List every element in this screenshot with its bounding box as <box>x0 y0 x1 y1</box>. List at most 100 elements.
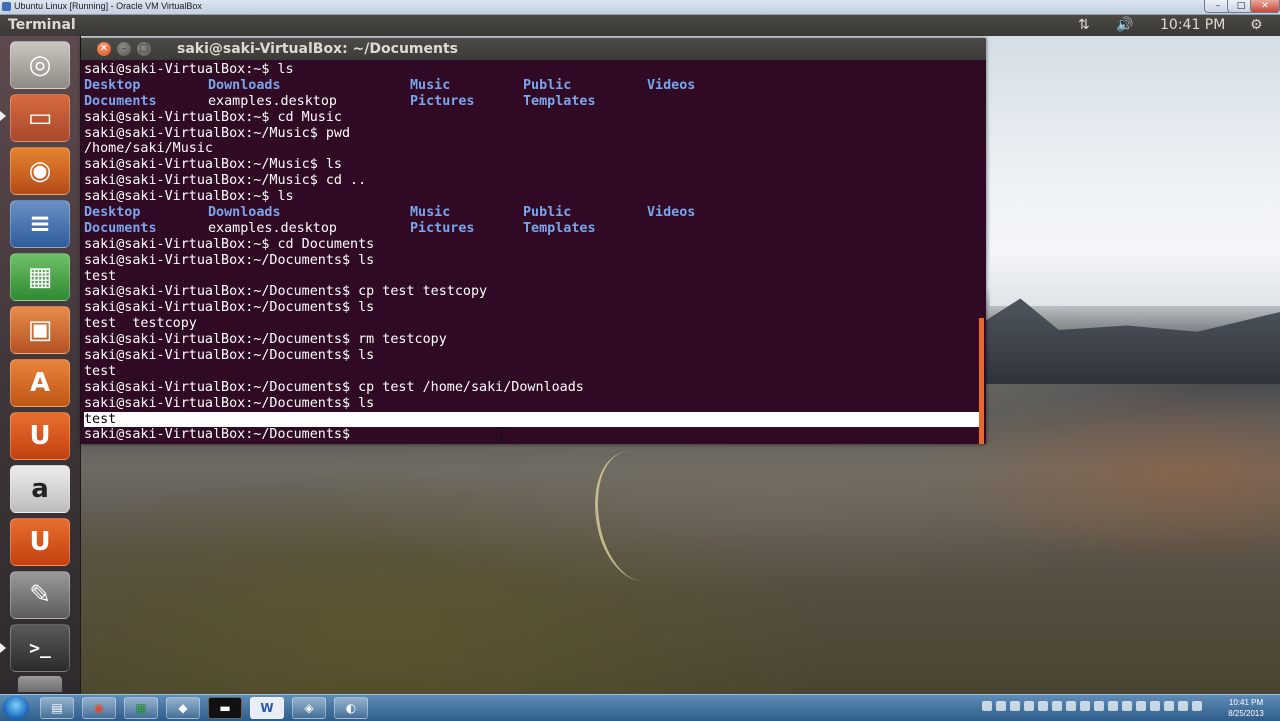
terminal-running-indicator <box>0 643 6 653</box>
tray-icon[interactable] <box>1066 701 1076 711</box>
virtualbox-window-title: Ubuntu Linux [Running] - Oracle VM Virtu… <box>14 1 202 11</box>
terminal-line: saki@saki-VirtualBox:~$ cd Music <box>84 109 342 125</box>
tray-icon[interactable] <box>1052 701 1062 711</box>
terminal-scrollbar[interactable] <box>979 318 984 444</box>
taskbar-app-icon[interactable]: ◐ <box>334 697 368 719</box>
ls-entry-directory: Downloads <box>208 205 281 221</box>
terminal-output[interactable]: saki@saki-VirtualBox:~$ ls Desktop Downlo… <box>84 62 982 444</box>
libreoffice-impress-icon[interactable]: ▣ <box>10 306 70 354</box>
taskbar-explorer-icon[interactable]: ▤ <box>40 697 74 719</box>
terminal-line: saki@saki-VirtualBox:~/Documents$ ls <box>84 348 375 364</box>
libreoffice-calc-icon[interactable]: ▦ <box>10 253 70 301</box>
trash-icon[interactable] <box>18 676 62 692</box>
terminal-line-selected: test <box>84 411 982 428</box>
unity-launcher: ◎ ▭ ◉ ≡ ▦ ▣ A U a U ✎ >_ <box>0 36 81 694</box>
ls-entry-directory: Pictures <box>410 220 475 236</box>
terminal-line: /home/saki/Music <box>84 141 213 157</box>
ls-entry-file: examples.desktop <box>208 220 337 236</box>
terminal-window[interactable]: ✕ – □ saki@saki-VirtualBox: ~/Documents … <box>81 38 986 444</box>
tray-icon[interactable] <box>1010 701 1020 711</box>
terminal-close-button[interactable]: ✕ <box>97 42 111 56</box>
ubuntu-one-icon[interactable]: U <box>10 412 70 460</box>
panel-clock[interactable]: 10:41 PM <box>1160 17 1225 33</box>
session-gear-icon[interactable]: ⚙ <box>1250 17 1263 33</box>
system-settings-icon[interactable]: ✎ <box>10 571 70 619</box>
terminal-icon[interactable]: >_ <box>10 624 70 672</box>
host-clock[interactable]: 10:41 PM 8/25/2013 <box>1216 697 1276 719</box>
terminal-titlebar[interactable]: ✕ – □ saki@saki-VirtualBox: ~/Documents <box>81 38 986 60</box>
terminal-title: saki@saki-VirtualBox: ~/Documents <box>177 41 458 57</box>
tray-icon[interactable] <box>1024 701 1034 711</box>
ubuntu-one-glyph: U <box>29 421 51 451</box>
close-button[interactable]: ✕ <box>1250 0 1280 13</box>
network-icon[interactable]: ⇅ <box>1078 17 1090 33</box>
terminal-line: Documents examples.desktop Pictures Templat… <box>84 221 982 237</box>
system-settings-glyph: ✎ <box>29 580 51 610</box>
ls-entry-directory: Templates <box>523 220 596 236</box>
tray-icon[interactable] <box>1136 701 1146 711</box>
tray-icon[interactable] <box>1080 701 1090 711</box>
ubuntu-one-music-icon[interactable]: U <box>10 518 70 566</box>
terminal-line: saki@saki-VirtualBox:~/Documents$ ls <box>84 252 375 268</box>
terminal-line: saki@saki-VirtualBox:~/Music$ pwd <box>84 125 351 141</box>
tray-icon[interactable] <box>996 701 1006 711</box>
text-cursor-icon <box>498 428 506 442</box>
tray-icon[interactable] <box>1192 701 1202 711</box>
tray-icon[interactable] <box>1108 701 1118 711</box>
ls-entry-directory: Desktop <box>84 77 141 93</box>
libreoffice-writer-icon[interactable]: ≡ <box>10 200 70 248</box>
firefox-glyph: ◉ <box>28 156 52 186</box>
tray-icon[interactable] <box>1164 701 1174 711</box>
virtualbox-titlebar: Ubuntu Linux [Running] - Oracle VM Virtu… <box>0 0 1280 15</box>
ls-entry-directory: Documents <box>84 220 157 236</box>
tray-icon[interactable] <box>1038 701 1048 711</box>
terminal-prompt-line[interactable]: saki@saki-VirtualBox:~/Documents$ <box>84 427 982 443</box>
start-button[interactable] <box>3 696 29 720</box>
taskbar-app-icon[interactable]: ◆ <box>166 697 200 719</box>
terminal-minimize-button[interactable]: – <box>117 42 131 56</box>
ls-entry-directory: Public <box>523 205 572 221</box>
tray-icon[interactable] <box>1150 701 1160 711</box>
volume-icon[interactable]: 🔊 <box>1116 17 1133 33</box>
dash-home-icon[interactable]: ◎ <box>10 41 70 89</box>
terminal-line: Desktop Downloads Music Public Videos <box>84 78 982 94</box>
amazon-glyph: a <box>31 474 49 504</box>
writer-glyph: ≡ <box>29 209 51 239</box>
active-app-name[interactable]: Terminal <box>8 17 76 33</box>
system-tray[interactable] <box>982 701 1212 715</box>
ls-entry-directory: Music <box>410 205 451 221</box>
ubuntu-one-music-glyph: U <box>29 527 51 557</box>
impress-glyph: ▣ <box>27 315 53 345</box>
amazon-icon[interactable]: a <box>10 465 70 513</box>
ls-entry-directory: Videos <box>647 205 696 221</box>
taskbar-excel-icon[interactable]: ▦ <box>124 697 158 719</box>
tray-icon[interactable] <box>982 701 992 711</box>
files-icon[interactable]: ▭ <box>10 94 70 142</box>
terminal-line: test <box>84 363 117 379</box>
dash-home-glyph: ◎ <box>28 50 52 80</box>
taskbar-virtualbox-icon[interactable]: ◈ <box>292 697 326 719</box>
tray-icon[interactable] <box>1122 701 1132 711</box>
terminal-line: saki@saki-VirtualBox:~$ ls <box>84 62 294 77</box>
taskbar-word-icon[interactable]: W <box>250 697 284 719</box>
ls-entry-directory: Documents <box>84 93 157 109</box>
firefox-icon[interactable]: ◉ <box>10 147 70 195</box>
ls-entry-directory: Videos <box>647 77 696 93</box>
host-clock-time: 10:41 PM <box>1228 698 1264 707</box>
files-running-indicator <box>0 111 6 121</box>
terminal-line: saki@saki-VirtualBox:~/Music$ ls <box>84 157 342 173</box>
taskbar-command-prompt-icon[interactable]: ▬ <box>208 697 242 719</box>
tray-icon[interactable] <box>1178 701 1188 711</box>
calc-glyph: ▦ <box>27 262 53 292</box>
host-clock-date: 8/25/2013 <box>1228 709 1264 718</box>
ls-entry-directory: Downloads <box>208 77 281 93</box>
terminal-line: Documents examples.desktop Pictures Templat… <box>84 94 982 110</box>
terminal-maximize-button[interactable]: □ <box>137 42 151 56</box>
terminal-line: saki@saki-VirtualBox:~/Documents$ ls <box>84 395 375 411</box>
files-glyph: ▭ <box>27 103 53 133</box>
software-center-icon[interactable]: A <box>10 359 70 407</box>
taskbar-chrome-icon[interactable]: ◉ <box>82 697 116 719</box>
tray-icon[interactable] <box>1094 701 1104 711</box>
terminal-line: test <box>84 268 117 284</box>
terminal-line: saki@saki-VirtualBox:~/Documents$ cp tes… <box>84 284 488 300</box>
